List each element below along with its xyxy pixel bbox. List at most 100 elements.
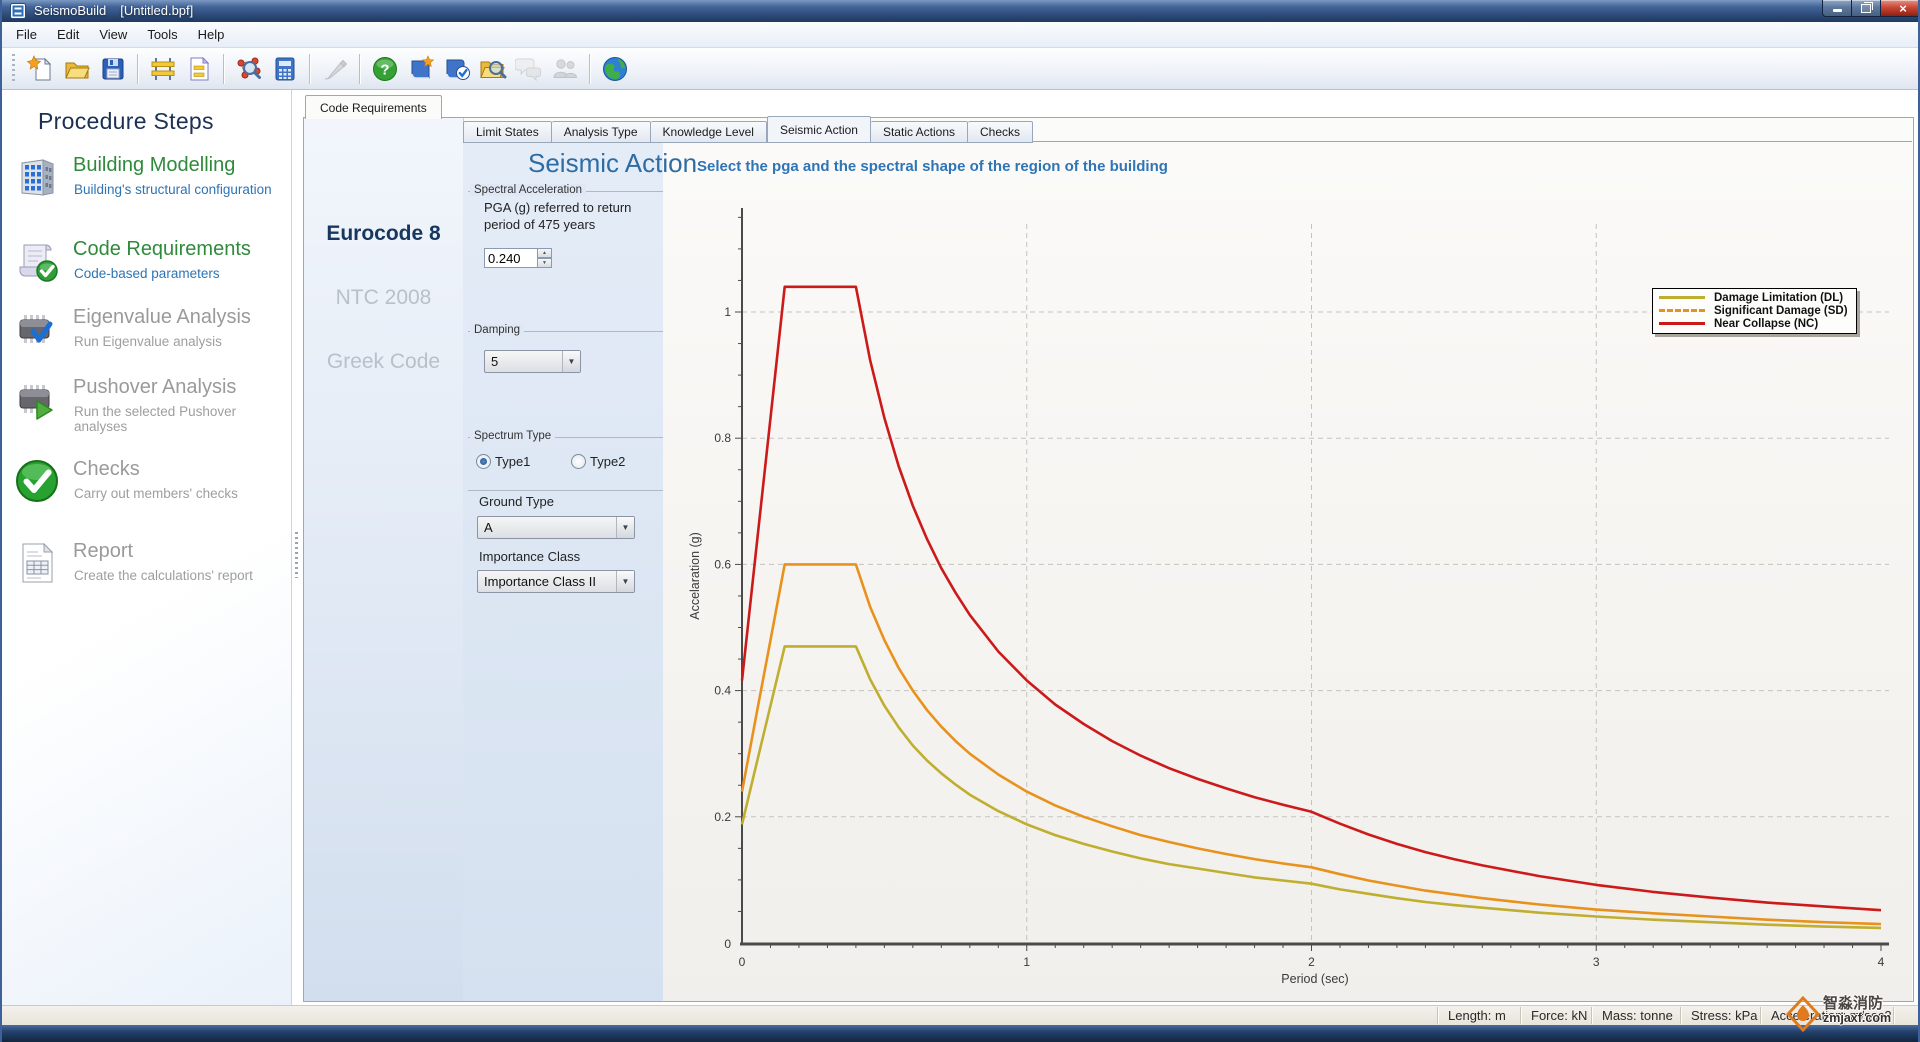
watermark-logo-icon bbox=[1786, 996, 1820, 1032]
svg-text:2: 2 bbox=[1308, 955, 1315, 969]
sidebar-item-pushover-analysis[interactable]: Pushover AnalysisRun the selected Pushov… bbox=[0, 376, 290, 432]
sidebar-item-code-requirements[interactable]: Code RequirementsCode-based parameters bbox=[0, 238, 290, 294]
toolbar-separator bbox=[137, 54, 139, 84]
damping-select[interactable]: 5 ▼ bbox=[484, 350, 581, 373]
radio-type1[interactable] bbox=[476, 454, 491, 469]
svg-text:4: 4 bbox=[1878, 955, 1885, 969]
calculator-icon[interactable] bbox=[267, 51, 303, 87]
window-bottom-border bbox=[0, 1025, 1920, 1042]
sidebar-item-report[interactable]: ReportCreate the calculations' report bbox=[0, 540, 290, 596]
tab-code-requirements-outer[interactable]: Code Requirements bbox=[305, 95, 442, 119]
chevron-down-icon: ▼ bbox=[616, 571, 634, 592]
sidebar-item-title: Eigenvalue Analysis bbox=[73, 306, 251, 329]
sidebar-item-eigenvalue-analysis[interactable]: Eigenvalue AnalysisRun Eigenvalue analys… bbox=[0, 306, 290, 362]
group-damping: Damping bbox=[468, 331, 663, 332]
sidebar-item-title: Building Modelling bbox=[73, 154, 235, 177]
status-bar: Length: m Force: kN Mass: tonne Stress: kPa… bbox=[0, 1005, 1920, 1026]
status-separator bbox=[1893, 1007, 1895, 1024]
legend-label: Damage Limitation (DL) bbox=[1714, 292, 1843, 304]
spin-up-icon[interactable]: ▲ bbox=[537, 248, 552, 258]
code-option-greek-code[interactable]: Greek Code bbox=[304, 350, 463, 374]
ground-type-select[interactable]: A ▼ bbox=[477, 516, 635, 539]
legend-entry: Near Collapse (NC) bbox=[1659, 317, 1848, 330]
restore-button[interactable] bbox=[1852, 0, 1880, 17]
sidebar-item-checks[interactable]: ChecksCarry out members' checks bbox=[0, 458, 290, 514]
status-segment-1: Length: m bbox=[1448, 1008, 1506, 1023]
splitter-grip-icon bbox=[295, 532, 298, 578]
pga-input[interactable] bbox=[484, 248, 538, 268]
radio-type2[interactable] bbox=[571, 454, 586, 469]
group-label-damping: Damping bbox=[470, 324, 524, 336]
close-button[interactable]: × bbox=[1880, 0, 1920, 17]
help-icon[interactable]: ? bbox=[367, 51, 403, 87]
sidebar-item-subtitle: Code-based parameters bbox=[74, 266, 220, 281]
legend-label: Near Collapse (NC) bbox=[1714, 318, 1818, 330]
status-separator bbox=[1591, 1007, 1593, 1024]
tab-analysis-type[interactable]: Analysis Type bbox=[552, 121, 651, 143]
code-option-eurocode-8[interactable]: Eurocode 8 bbox=[304, 222, 463, 246]
menu-tools[interactable]: Tools bbox=[137, 24, 187, 45]
open-project-icon[interactable] bbox=[59, 51, 95, 87]
legend-line-swatch bbox=[1659, 309, 1705, 312]
svg-text:0.8: 0.8 bbox=[714, 431, 731, 445]
legend-entry: Damage Limitation (DL) bbox=[1659, 291, 1848, 304]
status-segment-3: Mass: tonne bbox=[1602, 1008, 1673, 1023]
verification-book-icon[interactable] bbox=[439, 51, 475, 87]
app-logo-icon bbox=[10, 3, 26, 19]
sidebar-item-title: Report bbox=[73, 540, 133, 563]
tab-seismic-action[interactable]: Seismic Action bbox=[767, 116, 871, 143]
pushover-chip-icon bbox=[14, 376, 60, 422]
svg-text:3: 3 bbox=[1593, 955, 1600, 969]
menu-file[interactable]: File bbox=[6, 24, 47, 45]
window-left-border bbox=[0, 0, 2, 1042]
toolbar-grip[interactable] bbox=[12, 54, 15, 84]
menu-help[interactable]: Help bbox=[188, 24, 235, 45]
status-segment-2: Force: kN bbox=[1531, 1008, 1587, 1023]
group-label-spectrum-type: Spectrum Type bbox=[470, 430, 555, 442]
status-separator bbox=[1680, 1007, 1682, 1024]
chevron-down-icon: ▼ bbox=[616, 517, 634, 538]
support-icon bbox=[547, 51, 583, 87]
website-globe-icon[interactable] bbox=[597, 51, 633, 87]
spin-down-icon[interactable]: ▼ bbox=[537, 258, 552, 268]
code-selector-column: Eurocode 8 NTC 2008 Greek Code bbox=[304, 118, 464, 1001]
menu-view[interactable]: View bbox=[89, 24, 137, 45]
ground-type-value: A bbox=[478, 520, 616, 535]
minimize-button[interactable] bbox=[1822, 0, 1852, 17]
save-project-icon[interactable] bbox=[95, 51, 131, 87]
group-spectrum-type: Spectrum Type bbox=[468, 437, 663, 438]
procedure-steps-panel: Procedure Steps Building ModellingBuildi… bbox=[0, 90, 292, 1005]
tab-limit-states[interactable]: Limit States bbox=[463, 121, 552, 143]
window-title: SeismoBuild[Untitled.bpf] bbox=[34, 3, 193, 18]
panel-splitter[interactable] bbox=[293, 90, 303, 1005]
example-browser-icon[interactable] bbox=[475, 51, 511, 87]
legend-entry: Significant Damage (SD) bbox=[1659, 304, 1848, 317]
toolbar: ? bbox=[0, 48, 1920, 90]
user-manual-icon[interactable] bbox=[403, 51, 439, 87]
status-segment-4: Stress: kPa bbox=[1691, 1008, 1757, 1023]
toolbar-separator bbox=[589, 54, 591, 84]
group-spectral-acceleration: Spectral Acceleration bbox=[468, 191, 663, 192]
model-view-icon[interactable] bbox=[231, 51, 267, 87]
code-option-ntc-2008[interactable]: NTC 2008 bbox=[304, 286, 463, 310]
new-project-icon[interactable] bbox=[23, 51, 59, 87]
chevron-down-icon: ▼ bbox=[562, 351, 580, 372]
importance-class-select[interactable]: Importance Class II ▼ bbox=[477, 570, 635, 593]
eigenvalue-chip-icon bbox=[14, 306, 60, 352]
svg-text:?: ? bbox=[380, 61, 389, 78]
menu-edit[interactable]: Edit bbox=[47, 24, 89, 45]
sidebar-item-building-modelling[interactable]: Building ModellingBuilding's structural … bbox=[0, 154, 290, 210]
sidebar-item-title: Pushover Analysis bbox=[73, 376, 236, 399]
sidebar-item-title: Checks bbox=[73, 458, 140, 481]
pga-label: PGA (g) referred to return period of 475… bbox=[484, 200, 642, 234]
svg-text:0.2: 0.2 bbox=[714, 810, 731, 824]
chart-plot: 0.20.40.60.81012340Period (sec)Accelarat… bbox=[663, 140, 1910, 1001]
report-document-icon[interactable] bbox=[181, 51, 217, 87]
damping-value: 5 bbox=[485, 354, 562, 369]
svg-text:0.6: 0.6 bbox=[714, 557, 731, 571]
group-ground-importance bbox=[468, 490, 663, 491]
procedure-steps-heading: Procedure Steps bbox=[38, 108, 214, 135]
watermark-text: 智淼消防 bbox=[1823, 996, 1891, 1012]
building-modeller-icon[interactable] bbox=[145, 51, 181, 87]
svg-text:Accelaration (g): Accelaration (g) bbox=[688, 532, 702, 620]
